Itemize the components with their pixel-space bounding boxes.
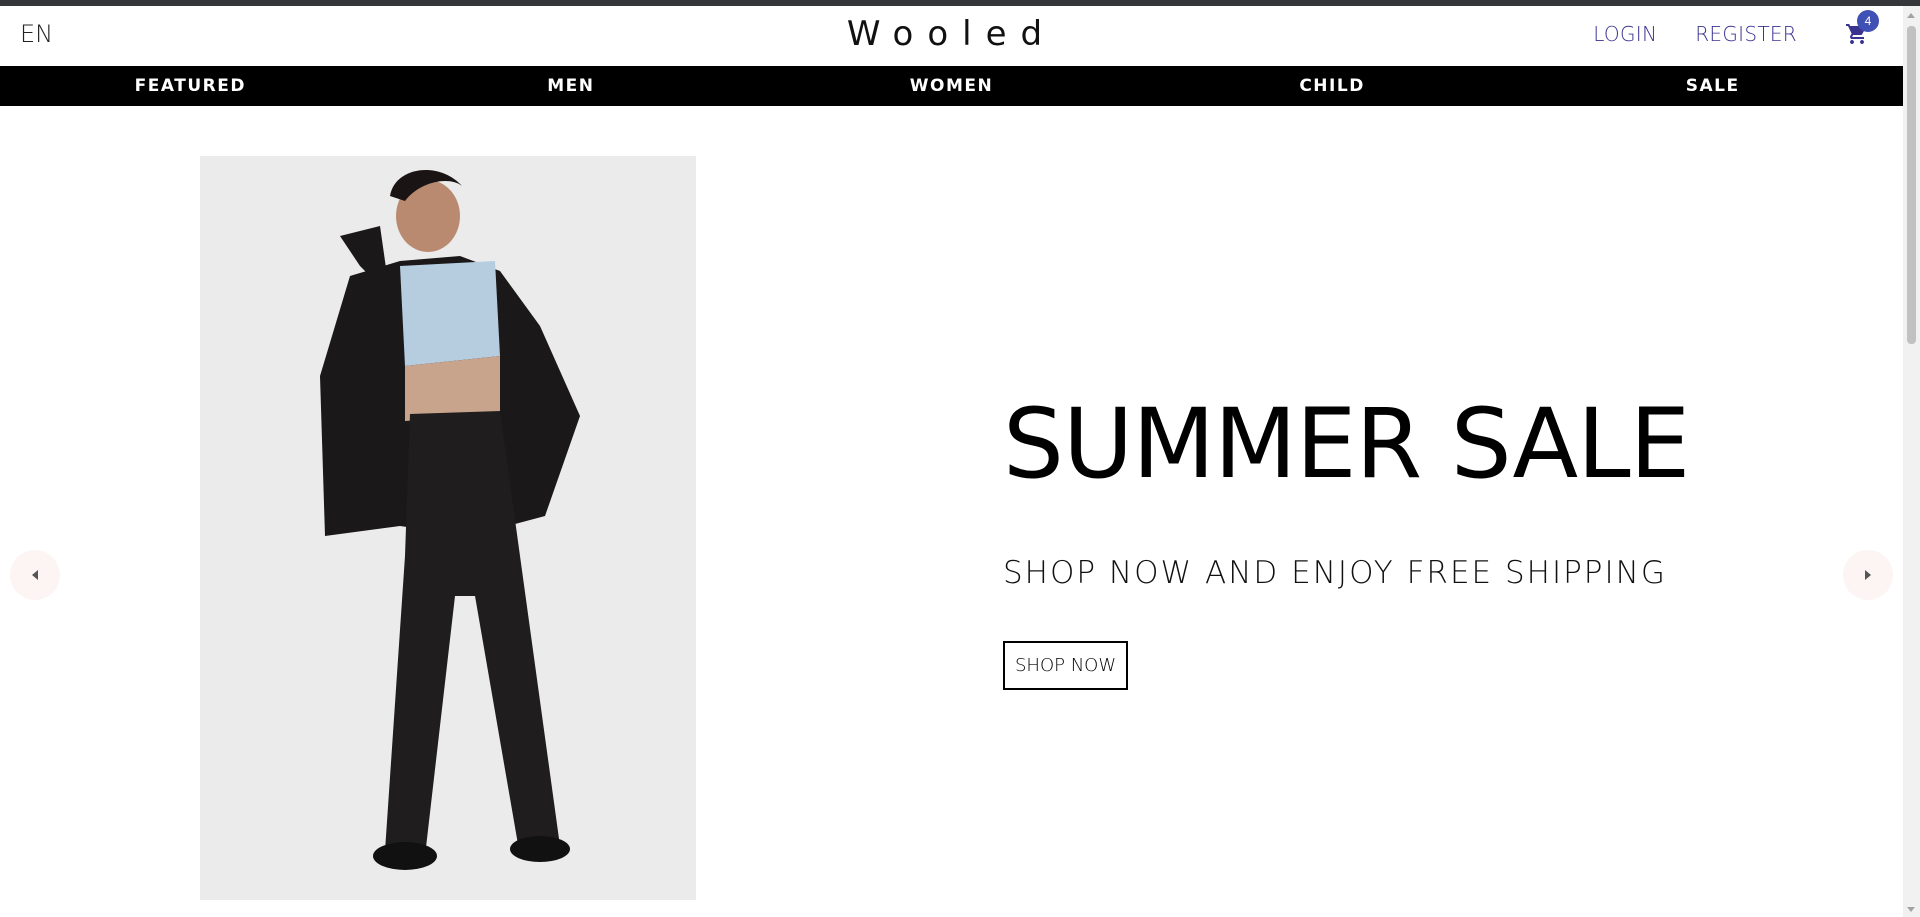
scroll-thumb[interactable] bbox=[1907, 26, 1916, 344]
category-child[interactable]: CHILD bbox=[1142, 76, 1523, 96]
category-men[interactable]: MEN bbox=[381, 76, 762, 96]
page-scrollbar[interactable] bbox=[1903, 6, 1920, 917]
hero-title: SUMMER SALE bbox=[1003, 388, 1690, 500]
register-link[interactable]: REGISTER bbox=[1695, 22, 1797, 46]
hero-model-image bbox=[200, 156, 696, 900]
hero-info: SUMMER SALE SHOP NOW AND ENJOY FREE SHIP… bbox=[1003, 388, 1690, 690]
shop-now-button[interactable]: SHOP NOW bbox=[1003, 641, 1129, 690]
category-featured[interactable]: FEATURED bbox=[0, 76, 381, 96]
hero-slider: SUMMER SALE SHOP NOW AND ENJOY FREE SHIP… bbox=[0, 106, 1903, 917]
scroll-down-icon[interactable] bbox=[1907, 907, 1915, 912]
logo-text[interactable]: Wooled bbox=[847, 14, 1056, 54]
login-link[interactable]: LOGIN bbox=[1593, 22, 1657, 46]
slider-next-button[interactable] bbox=[1843, 550, 1893, 600]
hero-subtitle: SHOP NOW AND ENJOY FREE SHIPPING bbox=[1003, 555, 1667, 591]
cart-count-badge: 4 bbox=[1857, 10, 1879, 32]
slider-prev-button[interactable] bbox=[10, 550, 60, 600]
arrow-left-icon bbox=[32, 570, 38, 580]
category-women[interactable]: WOMEN bbox=[761, 76, 1142, 96]
account-nav: LOGIN REGISTER 4 bbox=[1593, 10, 1903, 46]
category-bar: FEATURED MEN WOMEN CHILD SALE bbox=[0, 66, 1903, 106]
scroll-up-icon[interactable] bbox=[1907, 13, 1915, 18]
site-header: EN Wooled LOGIN REGISTER 4 bbox=[0, 6, 1903, 66]
arrow-right-icon bbox=[1865, 570, 1871, 580]
cart-button[interactable]: 4 bbox=[1845, 10, 1879, 46]
category-sale[interactable]: SALE bbox=[1522, 76, 1903, 96]
language-selector[interactable]: EN bbox=[20, 20, 53, 48]
